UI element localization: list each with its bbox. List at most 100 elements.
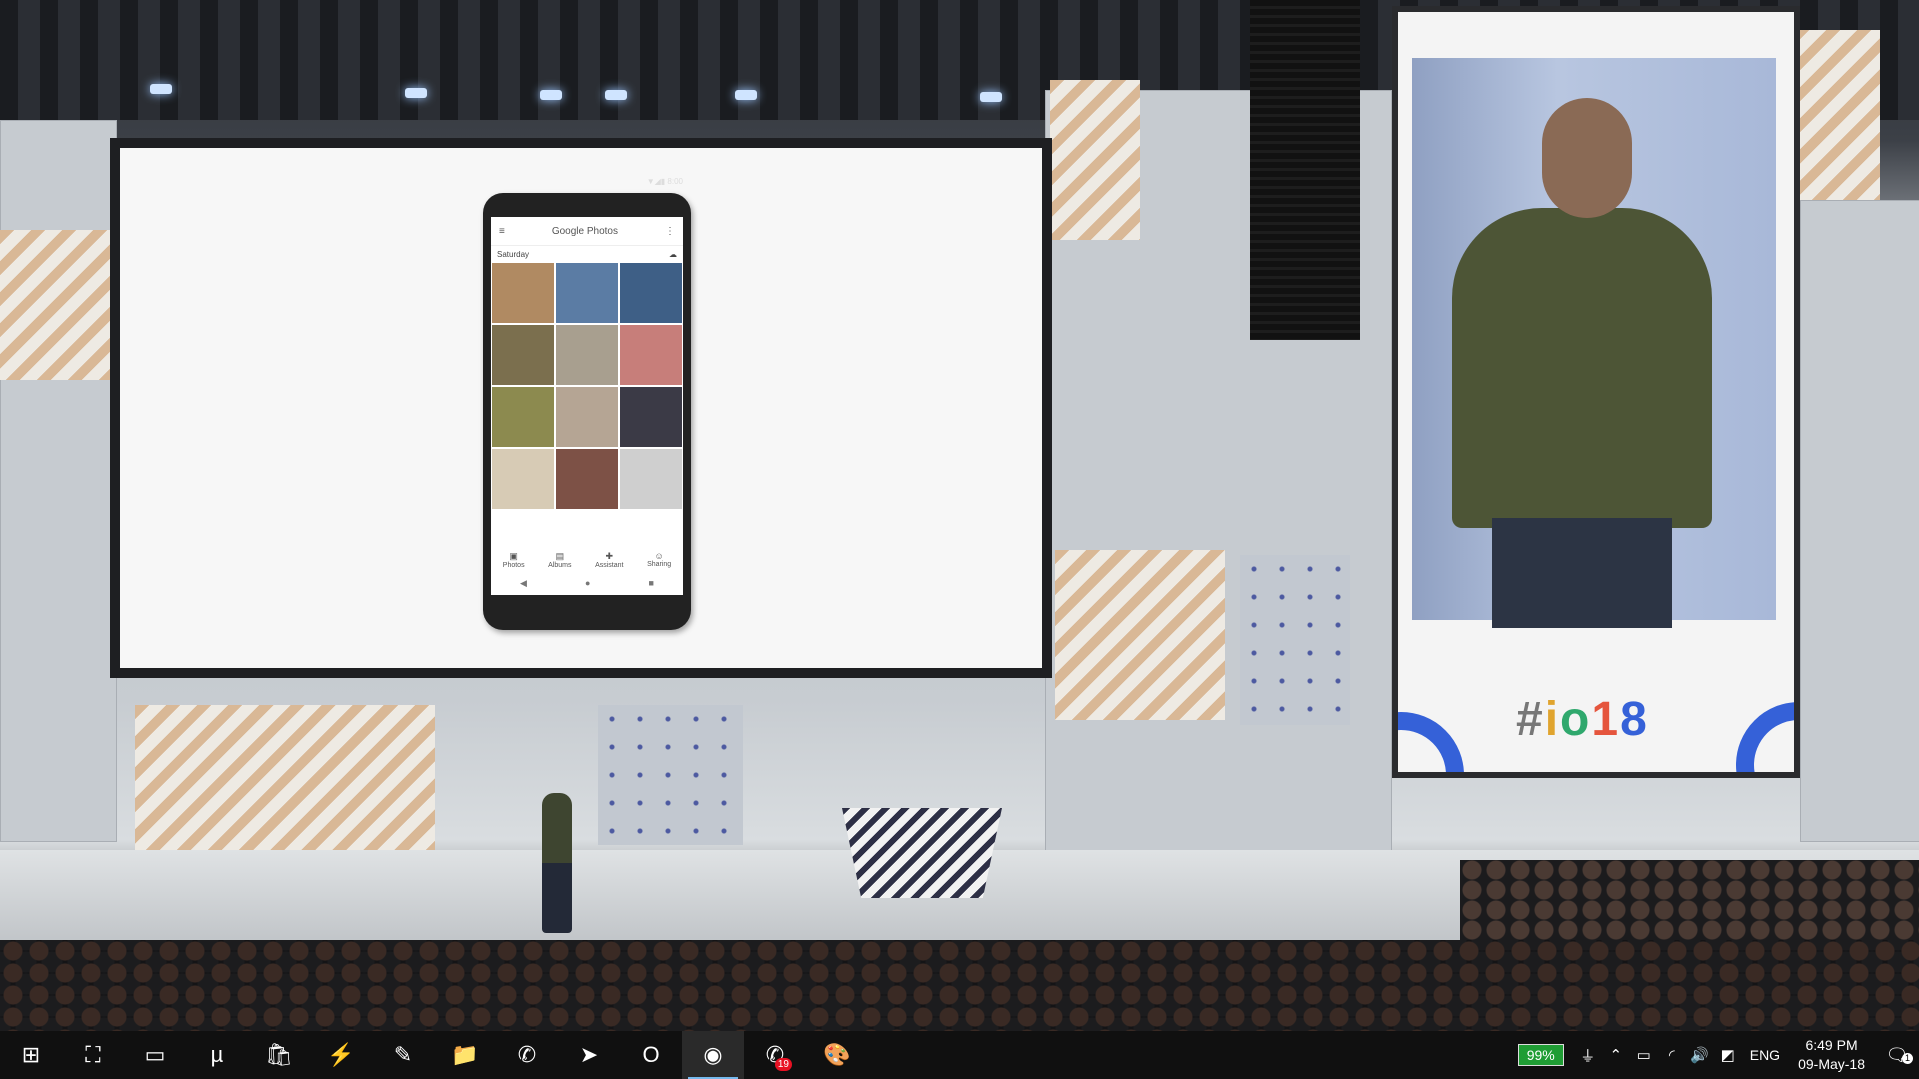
paint-icon: ✎	[393, 1042, 413, 1067]
photo-thumbnail	[556, 263, 618, 323]
unread-badge: 19	[774, 1058, 792, 1071]
speaker-head	[1542, 98, 1632, 218]
home-icon: ●	[585, 578, 591, 588]
stage-light	[980, 92, 1002, 102]
taskbar-apps: ⊞ ⛶ ▭ µ 🛍 ⚡ ✎ 📁 ✆ ➤ O ◉ ✆ 19 🎨	[0, 1031, 868, 1079]
taskbar-button[interactable]: ✆ 19	[744, 1031, 806, 1079]
taskbar-button[interactable]: ⚡	[310, 1031, 372, 1079]
decor-arc	[1398, 712, 1464, 772]
telegram-icon: ➤	[579, 1042, 599, 1067]
phone-status-bar: ▼◢▮ 8:00	[646, 177, 683, 186]
wall-stripes	[1795, 30, 1880, 205]
photo-thumbnail	[492, 263, 554, 323]
phone-section-header: Saturday ☁	[491, 246, 683, 263]
speaker-video-screen: #io18	[1398, 12, 1794, 772]
speaker-person	[1452, 208, 1712, 528]
system-tray: 99% ⏚ ⌃ ▭ ◜ 🔊 ◩ ENG 6:49 PM 09-May-18 🗨 …	[1517, 1031, 1919, 1079]
monitor-app-icon: ▭	[144, 1042, 166, 1067]
photo-thumbnail	[620, 387, 682, 447]
dotted-panel	[598, 705, 743, 845]
phone-tab-label: Assistant	[595, 562, 624, 569]
utorrent-icon: µ	[210, 1042, 224, 1067]
power-plug-icon[interactable]: ⏚	[1574, 1045, 1602, 1066]
photo-thumbnail	[492, 387, 554, 447]
clock[interactable]: 6:49 PM 09-May-18	[1788, 1036, 1875, 1074]
clock-time: 6:49 PM	[1805, 1037, 1858, 1053]
taskbar-button[interactable]: O	[620, 1031, 682, 1079]
taskbar-button[interactable]: 🛍	[248, 1031, 310, 1079]
taskbar-button[interactable]: µ	[186, 1031, 248, 1079]
stage-light	[540, 90, 562, 100]
phone-tab-photos: ▣ Photos	[503, 551, 525, 569]
language-indicator[interactable]: ENG	[1742, 1047, 1788, 1063]
phone-mockup: ▼◢▮ 8:00 ≡ Google Photos ⋮ Saturday ☁ ▣ P…	[483, 177, 691, 630]
dotted-panel	[1240, 555, 1350, 725]
taskbar-button[interactable]: ▭	[124, 1031, 186, 1079]
wall-stripes	[1050, 80, 1140, 240]
photo-editor-icon: ⛶	[85, 1042, 101, 1067]
store-icon: 🛍	[265, 1042, 293, 1067]
file-explorer-icon: 📁	[451, 1042, 479, 1067]
show-hidden-icons-icon[interactable]: ⌃	[1602, 1046, 1630, 1064]
windows-taskbar: ⊞ ⛶ ▭ µ 🛍 ⚡ ✎ 📁 ✆ ➤ O ◉ ✆ 19 🎨 99% ⏚ ⌃ ▭ ◜ 🔊 ◩ ENG 6:4…	[0, 1031, 1919, 1079]
phone-section-label: Saturday	[497, 250, 530, 259]
paint-palette-icon: 🎨	[823, 1042, 851, 1067]
phone-tab-assistant: ✚ Assistant	[595, 551, 623, 569]
start-icon: ⊞	[21, 1042, 41, 1067]
assistant-icon: ✚	[605, 551, 614, 561]
opera-icon: O	[642, 1042, 660, 1067]
phone-app-title: Google Photos	[551, 225, 618, 237]
sharing-icon: ☺	[654, 551, 664, 561]
volume-icon[interactable]: 🔊	[1686, 1046, 1714, 1064]
battery-icon[interactable]: ▭	[1630, 1046, 1658, 1064]
clock-date: 09-May-18	[1798, 1056, 1865, 1072]
photo-thumbnail	[620, 325, 682, 385]
taskbar-button[interactable]: ⛶	[62, 1031, 124, 1079]
phone-tab-albums: ▤ Albums	[548, 551, 571, 569]
photo-thumbnail	[556, 325, 618, 385]
taskbar-button[interactable]: ✆	[496, 1031, 558, 1079]
taskbar-button[interactable]: ⊞	[0, 1031, 62, 1079]
recents-icon: ■	[648, 578, 654, 588]
action-center-button[interactable]: 🗨 1	[1875, 1045, 1919, 1066]
flash-app-icon: ⚡	[327, 1042, 355, 1067]
photo-thumbnail	[620, 449, 682, 509]
phone-app-bar: ≡ Google Photos ⋮	[491, 217, 683, 246]
taskbar-button[interactable]: ➤	[558, 1031, 620, 1079]
speaker-feed	[1412, 58, 1776, 628]
decor-arc	[1736, 702, 1794, 772]
taskbar-button[interactable]: ◉	[682, 1031, 744, 1079]
chrome-icon: ◉	[703, 1042, 723, 1067]
video-frame: ▼◢▮ 8:00 ≡ Google Photos ⋮ Saturday ☁ ▣ P…	[0, 0, 1919, 1031]
photo-thumbnail	[492, 325, 554, 385]
phone-tab-label: Albums	[548, 562, 572, 569]
phone-screen: ≡ Google Photos ⋮ Saturday ☁ ▣ Photos ▤ Al…	[491, 217, 683, 595]
taskbar-button[interactable]: 📁	[434, 1031, 496, 1079]
stage-light	[405, 88, 427, 98]
stage-light	[735, 90, 757, 100]
taskbar-button[interactable]: ✎	[372, 1031, 434, 1079]
phone-tab-label: Sharing	[647, 561, 672, 568]
phone-tab-label: Photos	[502, 562, 525, 569]
right-wall	[1800, 200, 1919, 842]
photo-thumbnail	[492, 449, 554, 509]
presenter-figure	[542, 793, 572, 933]
wifi-icon[interactable]: ◜	[1658, 1046, 1686, 1064]
speaker-legs	[1492, 518, 1672, 628]
taskbar-button[interactable]: 🎨	[806, 1031, 868, 1079]
photo-thumbnail	[620, 263, 682, 323]
photo-thumbnail	[556, 449, 618, 509]
app-tray-icon[interactable]: ◩	[1714, 1046, 1742, 1064]
io18-logo: #io18	[1516, 693, 1649, 746]
battery-percentage[interactable]: 99%	[1517, 1044, 1564, 1066]
photos-icon: ▣	[509, 551, 518, 561]
more-options-icon: ⋮	[664, 225, 675, 237]
podium	[842, 808, 1002, 898]
photo-grid	[491, 263, 683, 509]
left-wall	[0, 120, 117, 842]
stage-light	[605, 90, 627, 100]
audience	[0, 940, 1919, 1031]
notification-count: 1	[1901, 1052, 1913, 1064]
wall-stripes	[1055, 550, 1225, 720]
phone-nav-bar: ◀ ● ■	[491, 578, 683, 589]
